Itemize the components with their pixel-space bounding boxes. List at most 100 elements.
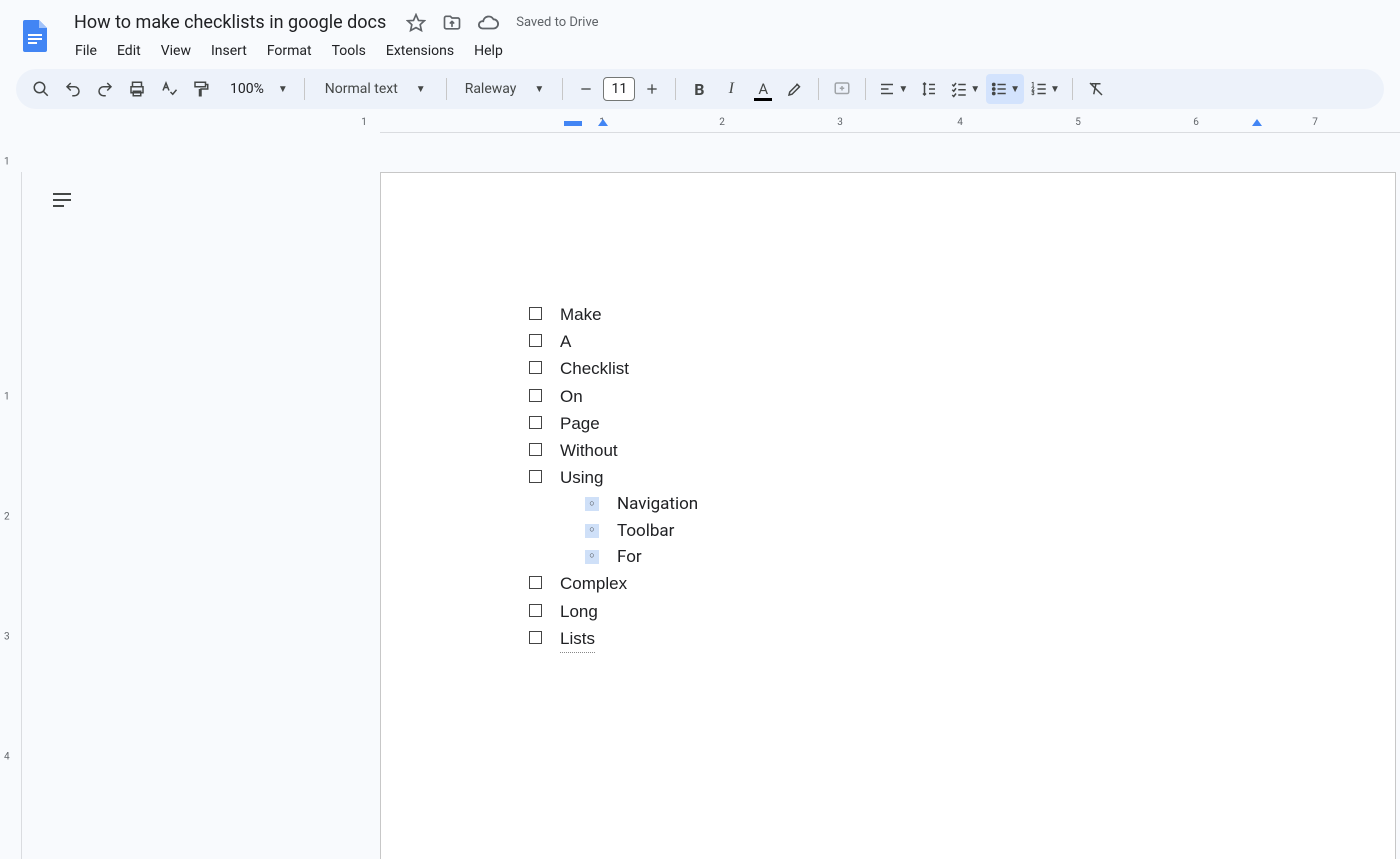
checklist-item[interactable]: Lists xyxy=(529,625,1299,653)
menu-file[interactable]: File xyxy=(66,39,106,63)
checklist-item[interactable]: Complex xyxy=(529,570,1299,597)
insert-comment-button[interactable] xyxy=(827,74,857,104)
bulleted-list-dropdown[interactable]: ▼ xyxy=(986,74,1024,104)
checklist-item-text[interactable]: Complex xyxy=(560,570,627,597)
checklist-item-text[interactable]: Page xyxy=(560,410,600,437)
redo-icon[interactable] xyxy=(90,74,120,104)
undo-icon[interactable] xyxy=(58,74,88,104)
checklist-item[interactable]: Without xyxy=(529,437,1299,464)
circle-bullet-icon xyxy=(585,550,599,564)
chevron-down-icon: ▼ xyxy=(898,84,908,95)
horizontal-ruler[interactable]: 1 1 2 3 4 5 6 7 xyxy=(0,117,1400,133)
paragraph-style-dropdown[interactable]: Normal text ▼ xyxy=(313,74,438,104)
checkbox-icon[interactable] xyxy=(529,334,542,347)
menu-help[interactable]: Help xyxy=(465,39,512,63)
document-page[interactable]: MakeAChecklistOnPageWithoutUsingNavigati… xyxy=(380,172,1396,859)
menu-insert[interactable]: Insert xyxy=(202,39,256,63)
checklist-item-text[interactable]: Make xyxy=(560,301,602,328)
clear-formatting-button[interactable] xyxy=(1081,74,1111,104)
menu-format[interactable]: Format xyxy=(258,39,321,63)
sub-list-item-text[interactable]: For xyxy=(617,544,642,570)
checklist-item-text[interactable]: Long xyxy=(560,598,598,625)
ruler-num: 5 xyxy=(1075,117,1081,128)
text-color-bar xyxy=(754,98,772,101)
sub-list-item[interactable]: Navigation xyxy=(585,491,1299,517)
ruler-num: 3 xyxy=(837,117,843,128)
circle-bullet-icon xyxy=(585,524,599,538)
checklist-item-text[interactable]: A xyxy=(560,328,571,355)
menu-extensions[interactable]: Extensions xyxy=(377,39,463,63)
highlight-color-button[interactable] xyxy=(780,74,810,104)
sub-list: NavigationToolbarFor xyxy=(585,491,1299,570)
first-line-indent-marker[interactable] xyxy=(564,121,582,126)
vertical-ruler[interactable]: 1 1 2 3 4 xyxy=(0,172,22,859)
ruler-num: 1 xyxy=(361,117,367,128)
checklist-item-text[interactable]: Using xyxy=(560,464,603,491)
checklist-item-text[interactable]: Checklist xyxy=(560,355,629,382)
checklist-item[interactable]: A xyxy=(529,328,1299,355)
checklist-dropdown[interactable]: ▼ xyxy=(946,74,984,104)
increase-font-size-button[interactable] xyxy=(637,74,667,104)
checkbox-icon[interactable] xyxy=(529,361,542,374)
bold-button[interactable]: B xyxy=(684,74,714,104)
move-icon[interactable] xyxy=(440,11,464,35)
checklist-item[interactable]: Long xyxy=(529,598,1299,625)
sub-list-item-text[interactable]: Navigation xyxy=(617,491,698,517)
checklist-item-text[interactable]: Lists xyxy=(560,625,595,653)
checkbox-icon[interactable] xyxy=(529,470,542,483)
cloud-saved-icon[interactable] xyxy=(476,11,500,35)
right-indent-marker[interactable] xyxy=(1252,119,1262,126)
text-color-button[interactable]: A xyxy=(748,74,778,104)
checkbox-icon[interactable] xyxy=(529,443,542,456)
numbered-list-dropdown[interactable]: 123 ▼ xyxy=(1026,74,1064,104)
ruler-num: 1 xyxy=(4,392,10,403)
checklist-item-text[interactable]: Without xyxy=(560,437,618,464)
docs-logo-icon[interactable] xyxy=(16,12,56,60)
checklist-item[interactable]: Page xyxy=(529,410,1299,437)
italic-button[interactable]: I xyxy=(716,74,746,104)
toolbar: 100% ▼ Normal text ▼ Raleway ▼ 11 B I A xyxy=(16,69,1384,109)
checkbox-icon[interactable] xyxy=(529,416,542,429)
checklist-item[interactable]: On xyxy=(529,383,1299,410)
align-dropdown[interactable]: ▼ xyxy=(874,74,912,104)
checkbox-icon[interactable] xyxy=(529,631,542,644)
spellcheck-icon[interactable] xyxy=(154,74,184,104)
document-workspace[interactable]: MakeAChecklistOnPageWithoutUsingNavigati… xyxy=(22,172,1400,859)
checkbox-icon[interactable] xyxy=(529,604,542,617)
checkbox-icon[interactable] xyxy=(529,389,542,402)
document-outline-icon[interactable] xyxy=(50,190,78,210)
menu-edit[interactable]: Edit xyxy=(108,39,150,63)
app-header: How to make checklists in google docs Sa… xyxy=(0,0,1400,69)
print-icon[interactable] xyxy=(122,74,152,104)
menu-tools[interactable]: Tools xyxy=(323,39,375,63)
sub-list-item-text[interactable]: Toolbar xyxy=(617,518,674,544)
ruler-num: 4 xyxy=(957,117,963,128)
ruler-num: 2 xyxy=(4,512,10,523)
checklist-item[interactable]: Using xyxy=(529,464,1299,491)
font-size-input[interactable]: 11 xyxy=(603,77,635,101)
decrease-font-size-button[interactable] xyxy=(571,74,601,104)
saved-status: Saved to Drive xyxy=(516,15,598,30)
header-main: How to make checklists in google docs Sa… xyxy=(66,8,1384,69)
sub-list-item[interactable]: For xyxy=(585,544,1299,570)
chevron-down-icon: ▼ xyxy=(534,84,544,95)
menu-view[interactable]: View xyxy=(152,39,200,63)
sub-list-item[interactable]: Toolbar xyxy=(585,518,1299,544)
checkbox-icon[interactable] xyxy=(529,576,542,589)
paint-format-icon[interactable] xyxy=(186,74,216,104)
checklist-item[interactable]: Make xyxy=(529,301,1299,328)
document-title[interactable]: How to make checklists in google docs xyxy=(68,10,392,35)
font-family-dropdown[interactable]: Raleway ▼ xyxy=(455,74,555,104)
checkbox-icon[interactable] xyxy=(529,307,542,320)
search-menus-icon[interactable] xyxy=(26,74,56,104)
chevron-down-icon: ▼ xyxy=(416,84,426,95)
svg-text:3: 3 xyxy=(1032,91,1035,97)
checklist-item-text[interactable]: On xyxy=(560,383,583,410)
checklist[interactable]: MakeAChecklistOnPageWithoutUsingNavigati… xyxy=(529,301,1299,653)
line-spacing-button[interactable] xyxy=(914,74,944,104)
checklist-item[interactable]: Checklist xyxy=(529,355,1299,382)
left-indent-marker[interactable] xyxy=(598,119,608,126)
circle-bullet-icon xyxy=(585,497,599,511)
zoom-dropdown[interactable]: 100% ▼ xyxy=(218,74,296,104)
star-icon[interactable] xyxy=(404,11,428,35)
